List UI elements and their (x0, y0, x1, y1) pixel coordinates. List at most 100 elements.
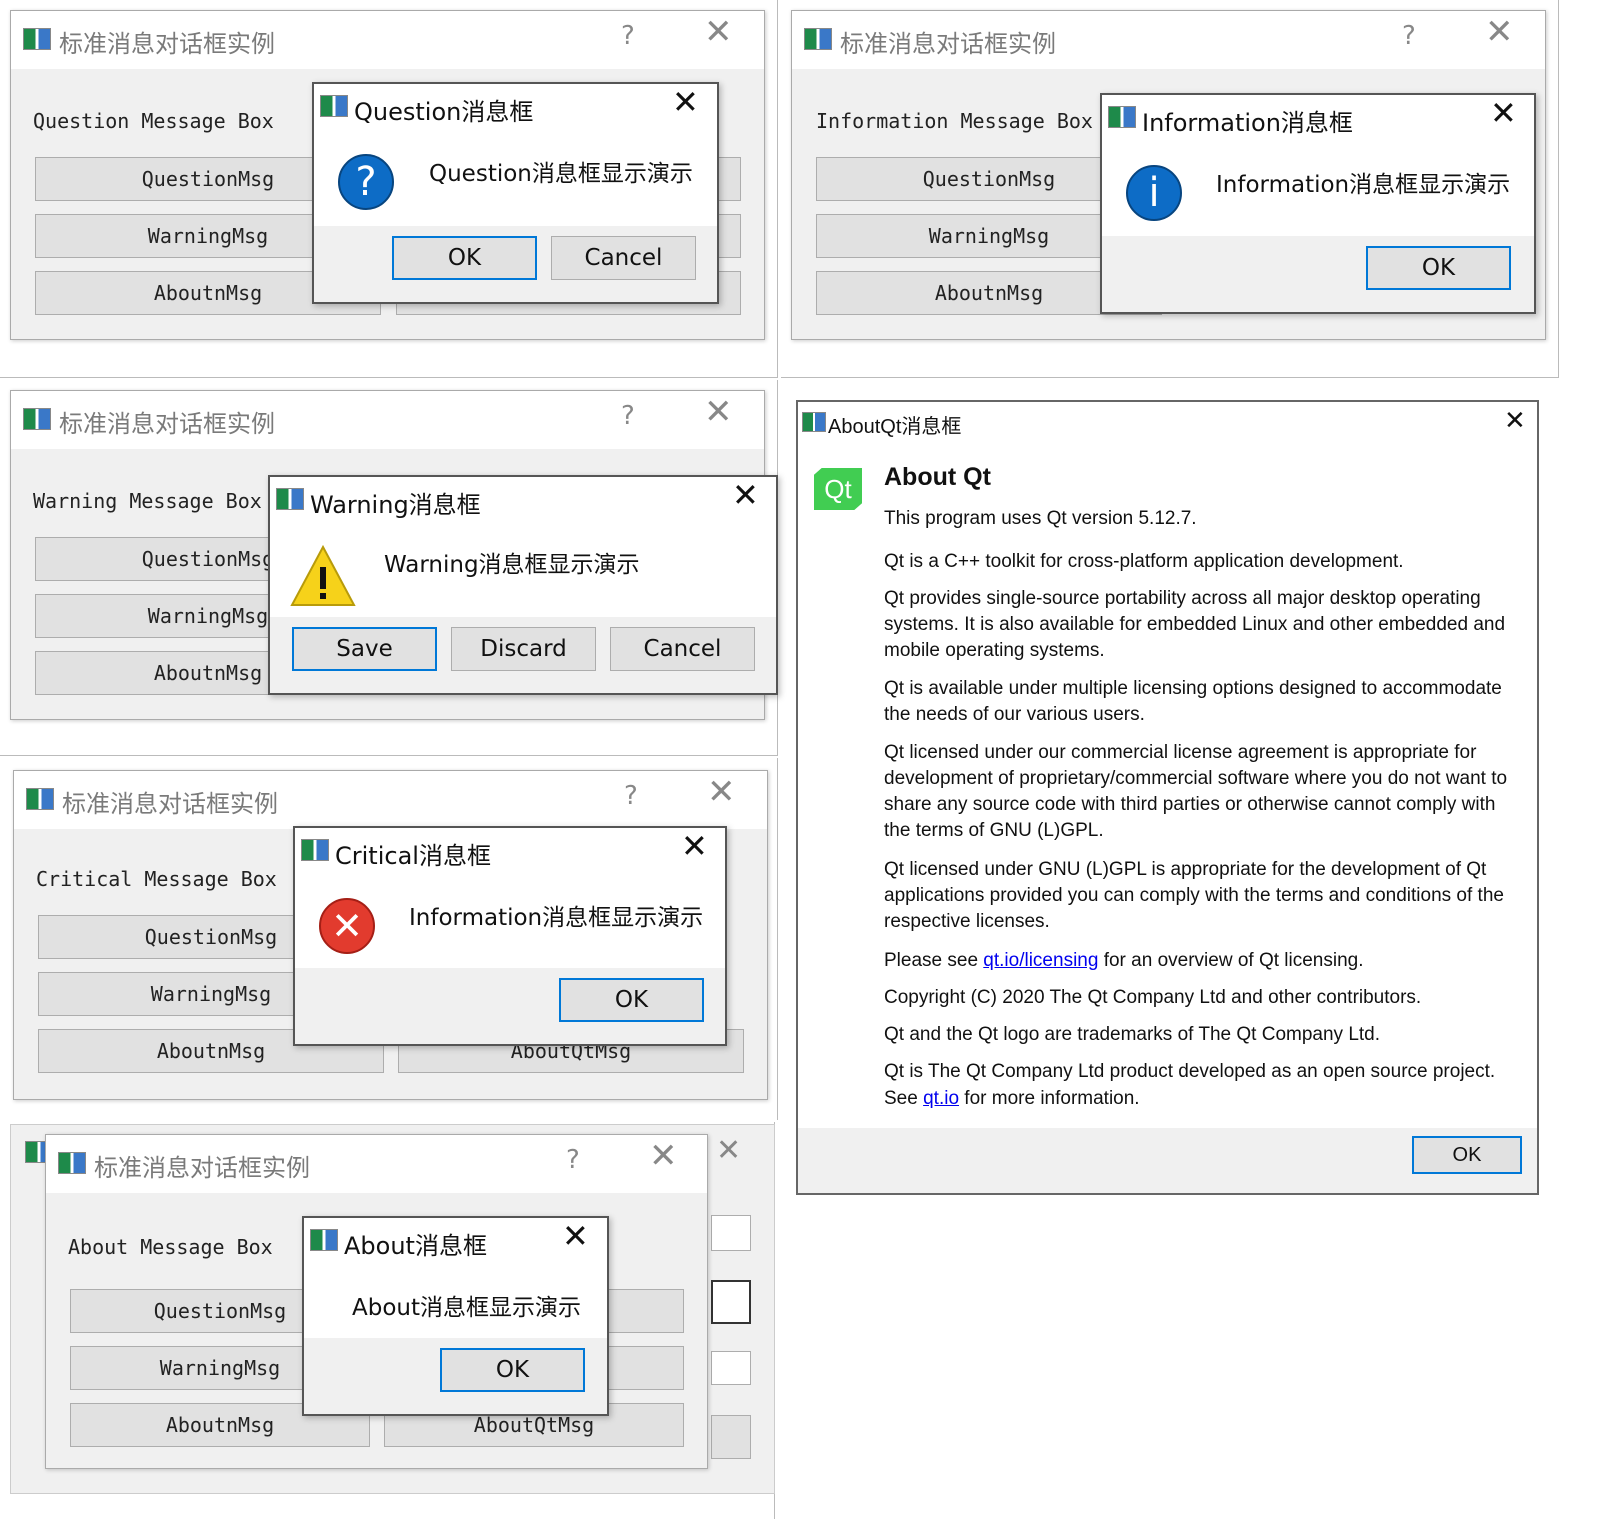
panel-label: Question Message Box (33, 109, 274, 133)
save-button[interactable]: Save (292, 627, 437, 671)
app-icon (23, 28, 51, 50)
app-icon (58, 1152, 86, 1174)
dialog-title: Warning消息框 (310, 491, 481, 519)
dialog-button-bar: OK (304, 1338, 607, 1414)
ok-button[interactable]: OK (440, 1348, 585, 1392)
dialog-title-bar: Critical消息框 ✕ (295, 828, 725, 872)
close-icon[interactable]: ✕ (562, 1220, 589, 1252)
question-icon: ? (338, 154, 394, 210)
paragraph: Qt is The Qt Company Ltd product develop… (884, 1061, 1496, 1082)
dialog-title: Critical消息框 (335, 842, 491, 870)
screenshot-panel-critical: 标准消息对话框实例 ? ✕ Critical Message Box Quest… (0, 758, 778, 1120)
help-button[interactable]: ? (624, 781, 638, 811)
panel-label: About Message Box (68, 1235, 273, 1259)
app-icon (310, 1229, 338, 1251)
background-input (711, 1215, 751, 1251)
warning-dialog: Warning消息框 ✕ Warning消息框显示演示 Save Discard… (268, 475, 778, 695)
dialog-title-bar: Question消息框 ✕ (314, 84, 717, 128)
dialog-button-bar: OK (798, 1128, 1537, 1193)
title-bar: 标准消息对话框实例 ? ✕ (11, 391, 764, 449)
title-bar: 标准消息对话框实例 ? ✕ (14, 771, 767, 829)
title-bar: 标准消息对话框实例 ? ✕ (11, 11, 764, 69)
ok-button[interactable]: OK (1412, 1136, 1522, 1174)
ok-button[interactable]: OK (559, 978, 704, 1022)
information-dialog: Information消息框 ✕ i Information消息框显示演示 OK (1100, 93, 1536, 314)
title-bar: 标准消息对话框实例 ? ✕ (792, 11, 1545, 69)
app-icon (804, 28, 832, 50)
app-icon (23, 408, 51, 430)
paragraph: Qt licensed under GNU (L)GPL is appropri… (884, 859, 1504, 932)
paragraph: Qt is available under multiple licensing… (884, 678, 1502, 725)
dialog-button-bar: OK (295, 968, 725, 1044)
window-title: 标准消息对话框实例 (62, 790, 278, 818)
dialog-button-bar: OK Cancel (314, 226, 717, 302)
information-icon: i (1126, 165, 1182, 221)
close-icon[interactable]: ✕ (1504, 406, 1526, 436)
close-icon[interactable]: ✕ (732, 479, 759, 511)
warning-icon (290, 545, 356, 606)
about-heading: About Qt (884, 463, 991, 491)
app-icon (276, 488, 304, 510)
paragraph: Qt provides single-source portability ac… (884, 588, 1506, 661)
close-icon[interactable]: ✕ (681, 830, 708, 862)
text: See (884, 1088, 924, 1109)
dialog-message: Information消息框显示演示 (409, 905, 704, 931)
dialog-title: About消息框 (344, 1232, 487, 1260)
dialog-title: AboutQt消息框 (828, 416, 962, 438)
dialog-title-bar: Warning消息框 ✕ (270, 477, 776, 521)
qt-io-link[interactable]: qt.io (923, 1088, 959, 1109)
close-icon[interactable]: ✕ (704, 15, 733, 49)
text: for more information. (959, 1088, 1140, 1109)
licensing-link[interactable]: qt.io/licensing (983, 950, 1098, 971)
dialog-title: Question消息框 (354, 98, 534, 126)
question-dialog: Question消息框 ✕ ? Question消息框显示演示 OK Cance… (312, 82, 719, 304)
panel-label: Critical Message Box (36, 867, 277, 891)
help-button[interactable]: ? (566, 1145, 580, 1175)
paragraph: Qt is a C++ toolkit for cross-platform a… (884, 551, 1404, 572)
dialog-button-bar: Save Discard Cancel (270, 617, 776, 693)
about-dialog: About消息框 ✕ About消息框显示演示 OK (302, 1216, 609, 1416)
app-icon (320, 95, 348, 117)
text: for an overview of Qt licensing. (1098, 950, 1364, 971)
window-title: 标准消息对话框实例 (840, 30, 1056, 58)
dialog-title-bar: AboutQt消息框 ✕ (798, 402, 1537, 442)
paragraph: Copyright (C) 2020 The Qt Company Ltd an… (884, 987, 1422, 1008)
help-button[interactable]: ? (1402, 21, 1416, 51)
cancel-button[interactable]: Cancel (551, 236, 696, 280)
discard-button[interactable]: Discard (451, 627, 596, 671)
dialog-title-bar: Information消息框 ✕ (1102, 95, 1534, 139)
close-icon[interactable]: ✕ (707, 775, 736, 809)
paragraph-licensing: Please see qt.io/licensing for an overvi… (884, 948, 1520, 974)
close-icon[interactable]: ✕ (704, 395, 733, 429)
screenshot-panel-about: ✕ 标准消息对话框实例 ? ✕ About Message Box Questi… (10, 1122, 775, 1519)
ok-button[interactable]: OK (1366, 246, 1511, 290)
screenshot-panel-question: 标准消息对话框实例 ? ✕ Question Message Box Quest… (0, 0, 778, 378)
qt-logo: Qt (814, 468, 862, 510)
panel-label: Information Message Box (816, 109, 1093, 133)
paragraph: Qt and the Qt logo are trademarks of The… (884, 1024, 1381, 1045)
close-icon[interactable]: ✕ (1485, 15, 1514, 49)
close-icon[interactable]: ✕ (672, 86, 699, 118)
close-icon[interactable]: ✕ (1490, 97, 1517, 129)
app-icon (1108, 106, 1136, 128)
dialog-button-bar: OK (1102, 236, 1534, 312)
dialog-title-bar: About消息框 ✕ (304, 1218, 607, 1262)
window-title: 标准消息对话框实例 (59, 410, 275, 438)
screenshot-panel-warning: 标准消息对话框实例 ? ✕ Warning Message Box Questi… (0, 380, 778, 756)
app-icon (301, 839, 329, 861)
cancel-button[interactable]: Cancel (610, 627, 755, 671)
dialog-message: About消息框显示演示 (352, 1295, 582, 1321)
screenshot-panel-information: 标准消息对话框实例 ? ✕ Information Message Box Qu… (781, 0, 1559, 378)
version-line: This program uses Qt version 5.12.7. (884, 508, 1197, 529)
help-button[interactable]: ? (621, 21, 635, 51)
title-bar: 标准消息对话框实例 ? ✕ (46, 1135, 707, 1193)
ok-button[interactable]: OK (392, 236, 537, 280)
background-input (711, 1415, 751, 1459)
dialog-message: Question消息框显示演示 (429, 161, 693, 187)
close-icon[interactable]: ✕ (649, 1139, 678, 1173)
close-icon[interactable]: ✕ (716, 1133, 741, 1168)
help-button[interactable]: ? (621, 401, 635, 431)
dialog-message: Warning消息框显示演示 (384, 552, 640, 578)
dialog-message: Information消息框显示演示 (1216, 172, 1511, 198)
dialog-title: Information消息框 (1142, 109, 1353, 137)
